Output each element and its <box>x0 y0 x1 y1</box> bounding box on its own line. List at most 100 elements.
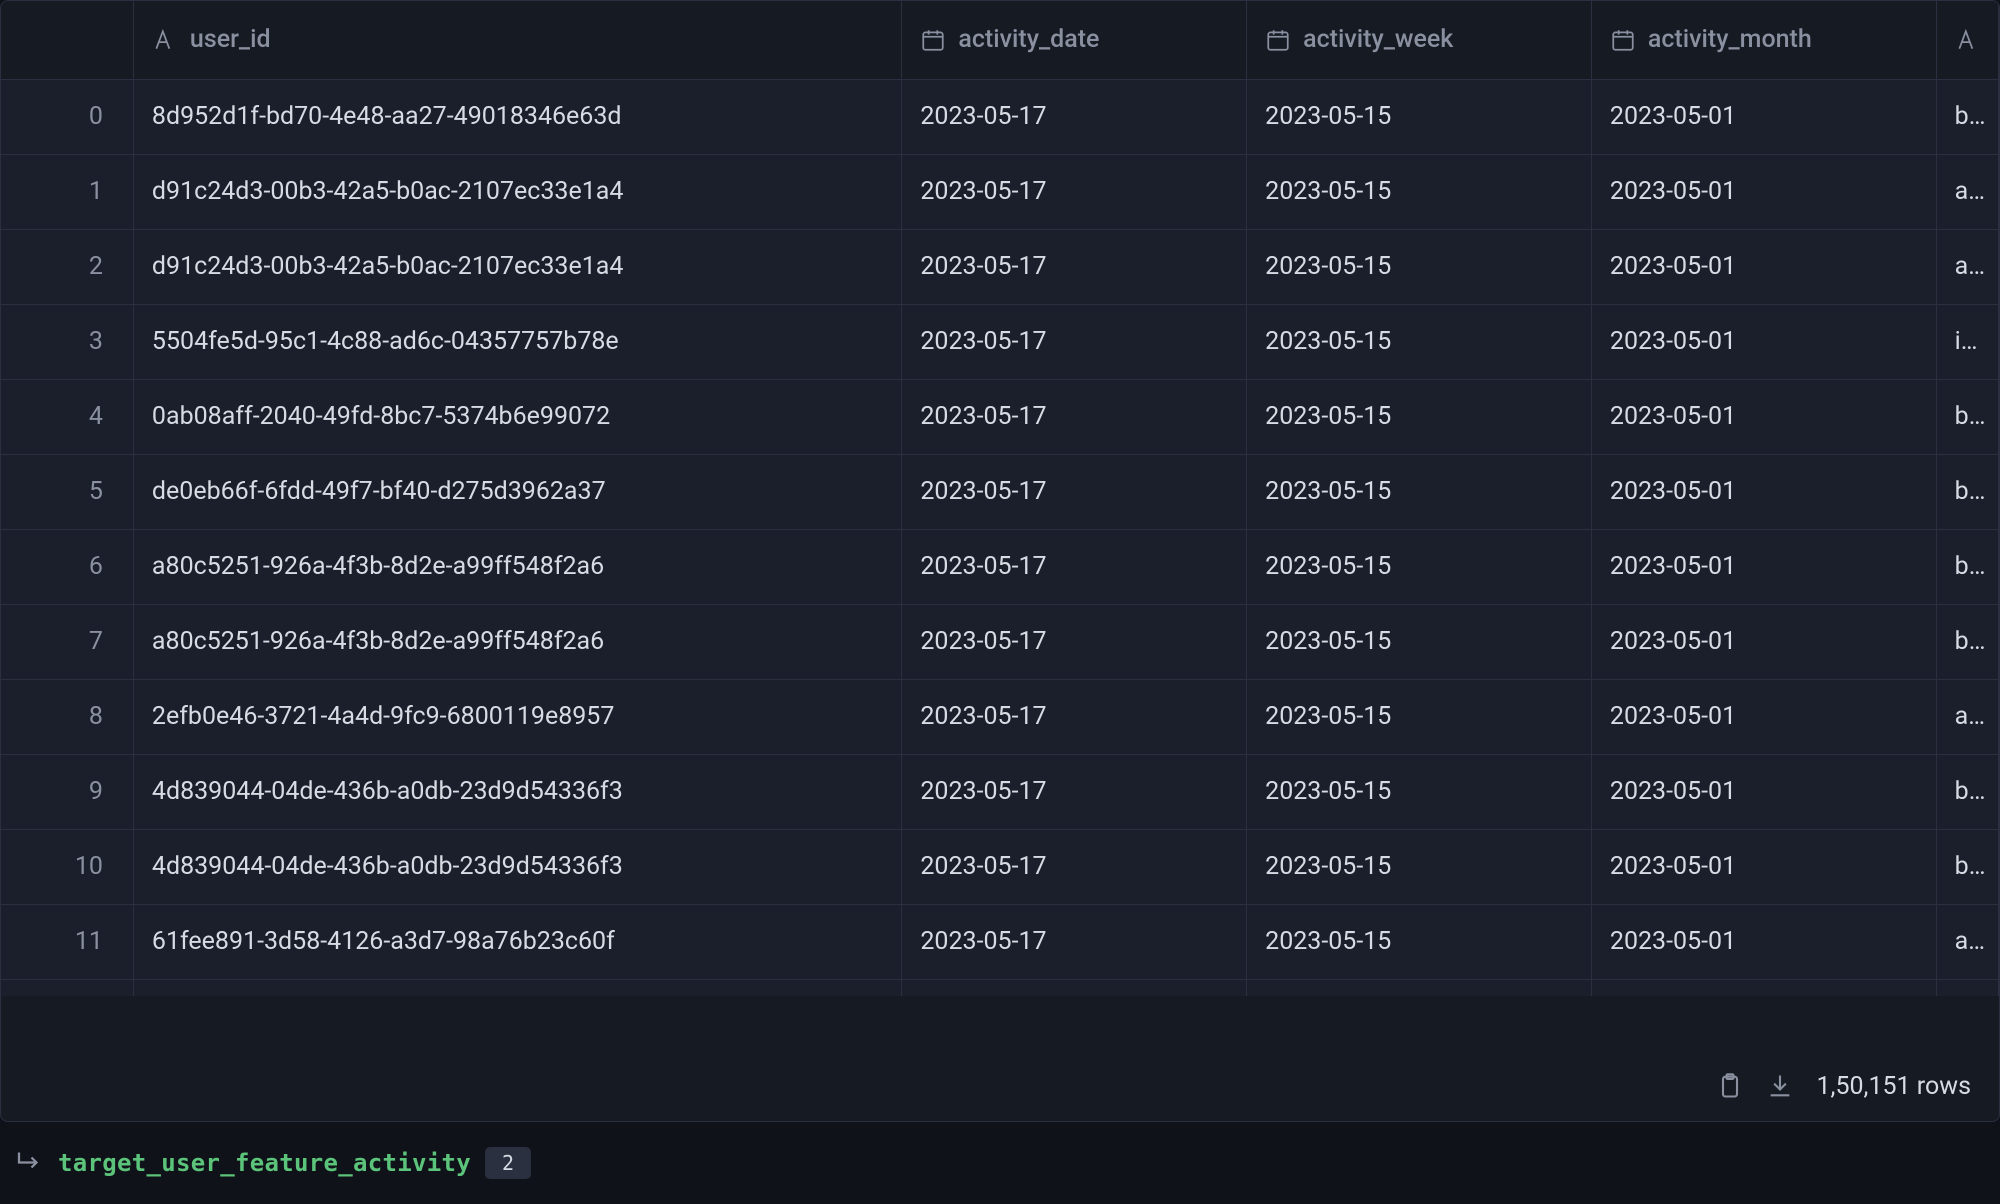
row-index: 11 <box>1 905 134 980</box>
table-row[interactable]: 2d91c24d3-00b3-42a5-b0ac-2107ec33e1a4202… <box>1 230 1999 305</box>
cell-user-id[interactable]: f6d1b39b-3e76-4959-bf9f-2ac1baff566d <box>134 980 902 996</box>
index-header[interactable] <box>1 1 134 80</box>
cell-clipped[interactable]: ad <box>1937 905 1999 980</box>
column-label: activity_date <box>958 1 1099 79</box>
cell-activity-month[interactable]: 2023-05-01 <box>1592 455 1937 530</box>
table-row[interactable]: 7a80c5251-926a-4f3b-8d2e-a99ff548f2a6202… <box>1 605 1999 680</box>
cell-user-id[interactable]: de0eb66f-6fdd-49f7-bf40-d275d3962a37 <box>134 455 902 530</box>
table-row[interactable]: 40ab08aff-2040-49fd-8bc7-5374b6e99072202… <box>1 380 1999 455</box>
table-row[interactable]: 1161fee891-3d58-4126-a3d7-98a76b23c60f20… <box>1 905 1999 980</box>
column-header-activity-month[interactable]: activity_month <box>1592 1 1937 80</box>
table-row[interactable]: 82efb0e46-3721-4a4d-9fc9-6800119e8957202… <box>1 680 1999 755</box>
cell-activity-week[interactable]: 2023-05-15 <box>1247 530 1592 605</box>
cell-user-id[interactable]: 8d952d1f-bd70-4e48-aa27-49018346e63d <box>134 80 902 155</box>
cell-clipped[interactable]: ad <box>1937 680 1999 755</box>
row-index: 8 <box>1 680 134 755</box>
download-icon[interactable] <box>1766 1072 1794 1100</box>
cell-clipped[interactable]: be <box>1937 755 1999 830</box>
cell-user-id[interactable]: a80c5251-926a-4f3b-8d2e-a99ff548f2a6 <box>134 530 902 605</box>
cell-activity-week[interactable]: 2023-05-15 <box>1247 755 1592 830</box>
row-index: 4 <box>1 380 134 455</box>
cell-clipped[interactable]: be <box>1937 830 1999 905</box>
cell-activity-week[interactable]: 2023-05-15 <box>1247 305 1592 380</box>
cell-activity-week[interactable]: 2023-05-15 <box>1247 680 1592 755</box>
cell-clipped[interactable]: be <box>1937 605 1999 680</box>
cell-clipped[interactable]: be <box>1937 380 1999 455</box>
table-row[interactable]: 08d952d1f-bd70-4e48-aa27-49018346e63d202… <box>1 80 1999 155</box>
cell-activity-month[interactable]: 2023-05-01 <box>1592 155 1937 230</box>
cell-user-id[interactable]: 5504fe5d-95c1-4c88-ad6c-04357757b78e <box>134 305 902 380</box>
cell-user-id[interactable]: d91c24d3-00b3-42a5-b0ac-2107ec33e1a4 <box>134 230 902 305</box>
cell-activity-month[interactable]: 2023-05-01 <box>1592 830 1937 905</box>
cell-activity-week[interactable]: 2023-05-15 <box>1247 80 1592 155</box>
column-header-activity-date[interactable]: activity_date <box>902 1 1247 80</box>
cell-activity-month[interactable]: 2023-05-01 <box>1592 605 1937 680</box>
cell-user-id[interactable]: a80c5251-926a-4f3b-8d2e-a99ff548f2a6 <box>134 605 902 680</box>
cell-activity-date[interactable]: 2023-05-17 <box>902 155 1247 230</box>
cell-activity-date[interactable]: 2023-05-17 <box>902 830 1247 905</box>
result-output-line: target_user_feature_activity 2 <box>0 1122 2000 1204</box>
data-table[interactable]: user_id activity_date <box>0 0 2000 1052</box>
cell-user-id[interactable]: 0ab08aff-2040-49fd-8bc7-5374b6e99072 <box>134 380 902 455</box>
cell-clipped[interactable]: ad <box>1937 980 1999 996</box>
cell-user-id[interactable]: 4d839044-04de-436b-a0db-23d9d54336f3 <box>134 830 902 905</box>
cell-clipped[interactable]: be <box>1937 455 1999 530</box>
cell-clipped[interactable]: be <box>1937 80 1999 155</box>
cell-activity-date[interactable]: 2023-05-17 <box>902 755 1247 830</box>
table-row[interactable]: 6a80c5251-926a-4f3b-8d2e-a99ff548f2a6202… <box>1 530 1999 605</box>
cell-activity-week[interactable]: 2023-05-15 <box>1247 980 1592 996</box>
cell-activity-month[interactable]: 2023-05-01 <box>1592 305 1937 380</box>
cell-clipped[interactable]: ad <box>1937 155 1999 230</box>
table-row[interactable]: 5de0eb66f-6fdd-49f7-bf40-d275d3962a37202… <box>1 455 1999 530</box>
table-row[interactable]: 35504fe5d-95c1-4c88-ad6c-04357757b78e202… <box>1 305 1999 380</box>
cell-activity-date[interactable]: 2023-05-17 <box>902 380 1247 455</box>
cell-activity-date[interactable]: 2023-05-17 <box>902 530 1247 605</box>
table-footer: 1,50,151 rows <box>0 1051 2000 1122</box>
cell-activity-week[interactable]: 2023-05-15 <box>1247 380 1592 455</box>
cell-user-id[interactable]: 2efb0e46-3721-4a4d-9fc9-6800119e8957 <box>134 680 902 755</box>
cell-clipped[interactable]: int <box>1937 305 1999 380</box>
cell-activity-week[interactable]: 2023-05-15 <box>1247 455 1592 530</box>
cell-activity-date[interactable]: 2023-05-17 <box>902 230 1247 305</box>
clipboard-icon[interactable] <box>1716 1072 1744 1100</box>
cell-activity-month[interactable]: 2023-05-01 <box>1592 380 1937 455</box>
row-count: 1,50,151 rows <box>1816 1072 1971 1101</box>
cell-activity-date[interactable]: 2023-05-17 <box>902 980 1247 996</box>
table-row[interactable]: 104d839044-04de-436b-a0db-23d9d54336f320… <box>1 830 1999 905</box>
cell-activity-month[interactable]: 2023-05-01 <box>1592 755 1937 830</box>
cell-activity-date[interactable]: 2023-05-17 <box>902 680 1247 755</box>
row-index: 6 <box>1 530 134 605</box>
cell-activity-week[interactable]: 2023-05-15 <box>1247 155 1592 230</box>
cell-clipped[interactable]: be <box>1937 530 1999 605</box>
column-header-activity-week[interactable]: activity_week <box>1247 1 1592 80</box>
column-label: activity_month <box>1648 1 1812 79</box>
cell-activity-month[interactable]: 2023-05-01 <box>1592 80 1937 155</box>
cell-activity-date[interactable]: 2023-05-17 <box>902 905 1247 980</box>
cell-activity-week[interactable]: 2023-05-15 <box>1247 605 1592 680</box>
cell-user-id[interactable]: d91c24d3-00b3-42a5-b0ac-2107ec33e1a4 <box>134 155 902 230</box>
cell-activity-date[interactable]: 2023-05-17 <box>902 455 1247 530</box>
return-arrow-icon <box>14 1145 44 1181</box>
cell-activity-week[interactable]: 2023-05-15 <box>1247 830 1592 905</box>
cell-activity-week[interactable]: 2023-05-15 <box>1247 905 1592 980</box>
column-header-user-id[interactable]: user_id <box>134 1 902 80</box>
cell-activity-date[interactable]: 2023-05-17 <box>902 80 1247 155</box>
text-type-icon <box>1955 27 1981 53</box>
cell-activity-month[interactable]: 2023-05-01 <box>1592 905 1937 980</box>
column-header-clipped[interactable] <box>1937 1 1999 80</box>
cell-activity-date[interactable]: 2023-05-17 <box>902 305 1247 380</box>
cell-activity-month[interactable]: 2023-05-01 <box>1592 680 1937 755</box>
table-row[interactable]: 12f6d1b39b-3e76-4959-bf9f-2ac1baff566d20… <box>1 980 1999 996</box>
cell-activity-date[interactable]: 2023-05-17 <box>902 605 1247 680</box>
cell-clipped[interactable]: ad <box>1937 230 1999 305</box>
cell-activity-week[interactable]: 2023-05-15 <box>1247 230 1592 305</box>
result-variable-name[interactable]: target_user_feature_activity <box>58 1149 471 1177</box>
cell-activity-month[interactable]: 2023-05-01 <box>1592 230 1937 305</box>
cell-user-id[interactable]: 61fee891-3d58-4126-a3d7-98a76b23c60f <box>134 905 902 980</box>
cell-activity-month[interactable]: 2023-05-01 <box>1592 980 1937 996</box>
table-row[interactable]: 1d91c24d3-00b3-42a5-b0ac-2107ec33e1a4202… <box>1 155 1999 230</box>
cell-activity-month[interactable]: 2023-05-01 <box>1592 530 1937 605</box>
table-row[interactable]: 94d839044-04de-436b-a0db-23d9d54336f3202… <box>1 755 1999 830</box>
table-scroll[interactable]: user_id activity_date <box>1 1 1999 996</box>
cell-user-id[interactable]: 4d839044-04de-436b-a0db-23d9d54336f3 <box>134 755 902 830</box>
